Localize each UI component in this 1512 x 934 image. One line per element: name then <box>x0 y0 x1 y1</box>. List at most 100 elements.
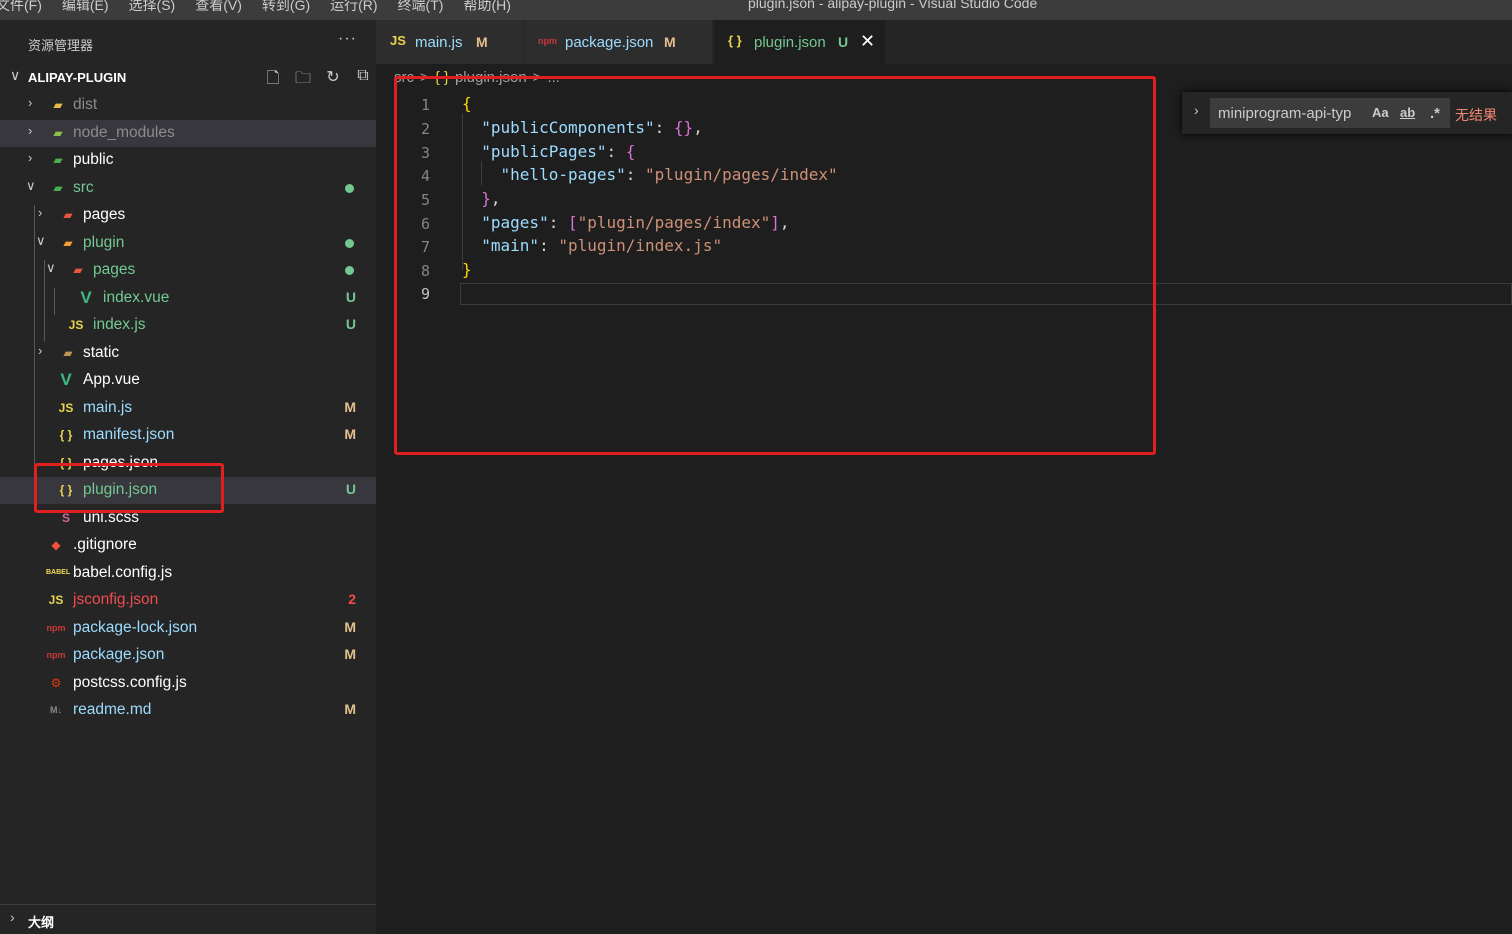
git-badge: M <box>344 426 356 442</box>
babel-file-icon: BABEL <box>46 569 71 576</box>
chevron-down-icon: ∨ <box>26 178 36 193</box>
workspace-name: ALIPAY-PLUGIN <box>28 70 127 85</box>
explorer-header: 资源管理器 ··· <box>0 20 376 64</box>
tree-item-package-json[interactable]: npm package.json M <box>0 642 376 669</box>
new-file-icon[interactable]: 🗋 <box>258 67 288 94</box>
regex-icon[interactable]: .* <box>1430 105 1440 122</box>
title-bar: 文件(F) 编辑(E) 选择(S) 查看(V) 转到(G) 运行(R) 终端(T… <box>0 0 1512 20</box>
git-badge: M <box>344 646 356 662</box>
npm-file-icon: npm <box>46 623 66 633</box>
npm-file-icon: npm <box>538 36 557 46</box>
tree-item-jsconfig[interactable]: JS jsconfig.json 2 <box>0 587 376 614</box>
tree-item-babel-config[interactable]: BABEL babel.config.js <box>0 560 376 587</box>
match-case-icon[interactable]: Aa <box>1372 105 1389 120</box>
folder-pages-icon: ▰ <box>63 208 73 222</box>
tree-item-gitignore[interactable]: ◆ .gitignore <box>0 532 376 559</box>
tab-main-js[interactable]: JS main.js M <box>376 20 524 64</box>
chevron-right-icon: › <box>28 95 33 110</box>
tree-item-index-vue[interactable]: V index.vue U <box>0 285 376 312</box>
menu-run[interactable]: 运行(R) <box>330 0 377 15</box>
tab-package-json[interactable]: npm package.json M <box>524 20 713 64</box>
find-input-value: miniprogram-api-typ <box>1218 105 1352 122</box>
git-badge: U <box>345 289 356 305</box>
untracked-mark: U <box>838 34 849 50</box>
chevron-down-icon: ∨ <box>36 233 46 248</box>
toggle-replace-icon[interactable]: › <box>1194 102 1199 118</box>
refresh-icon[interactable]: ↻ <box>318 67 348 94</box>
tree-item-postcss-config[interactable]: ⚙ postcss.config.js <box>0 670 376 697</box>
changes-dot <box>345 184 354 193</box>
chevron-right-icon: › <box>28 150 33 165</box>
folder-static-icon: ▰ <box>63 346 73 360</box>
folder-plugin-icon: ▰ <box>63 236 73 250</box>
tree-item-node-modules[interactable]: › ▰ node_modules <box>0 120 376 147</box>
explorer-title: 资源管理器 <box>28 38 94 53</box>
changes-dot <box>345 266 354 275</box>
tree-item-readme[interactable]: M↓ readme.md M <box>0 697 376 724</box>
tree-item-static[interactable]: › ▰ static <box>0 340 376 367</box>
js-file-icon: JS <box>390 33 406 48</box>
npm-file-icon: npm <box>46 650 66 660</box>
changes-dot <box>345 239 354 248</box>
vue-file-icon: V <box>60 370 72 389</box>
tree-item-dist[interactable]: › ▰ dist <box>0 92 376 119</box>
git-badge: M <box>344 619 356 635</box>
modified-mark: M <box>664 34 676 50</box>
collapse-all-icon[interactable]: ⧉ <box>348 67 378 94</box>
menu-selection[interactable]: 选择(S) <box>129 0 176 15</box>
new-folder-icon[interactable]: 🗀 <box>288 67 318 94</box>
menu-go[interactable]: 转到(G) <box>262 0 310 15</box>
outline-section-header[interactable]: › 大纲 <box>0 904 376 934</box>
folder-node-icon: ▰ <box>53 126 63 140</box>
workspace-section-header[interactable]: ∨ ALIPAY-PLUGIN 🗋 🗀 ↻ ⧉ <box>0 64 376 90</box>
folder-pages-icon: ▰ <box>73 263 83 277</box>
menu-edit[interactable]: 编辑(E) <box>62 0 109 15</box>
close-icon[interactable]: ✕ <box>860 31 875 52</box>
json-file-icon: { } <box>59 428 73 442</box>
tree-item-pages[interactable]: › ▰ pages <box>0 202 376 229</box>
menu-view[interactable]: 查看(V) <box>195 0 242 15</box>
tree-item-index-js[interactable]: JS index.js U <box>0 312 376 339</box>
tree-item-src[interactable]: ∨ ▰ src <box>0 175 376 202</box>
postcss-file-icon: ⚙ <box>50 676 62 690</box>
tree-item-public[interactable]: › ▰ public <box>0 147 376 174</box>
find-input[interactable]: miniprogram-api-typ Aa ab .* <box>1210 98 1450 128</box>
annotation-box-file <box>34 463 224 513</box>
modified-mark: M <box>476 34 488 50</box>
git-badge: U <box>345 481 356 497</box>
git-badge: M <box>344 399 356 415</box>
annotation-box-editor <box>394 76 1156 455</box>
chevron-right-icon: › <box>10 909 15 925</box>
menu-help[interactable]: 帮助(H) <box>463 0 510 15</box>
outline-title: 大纲 <box>28 915 55 930</box>
folder-src-icon: ▰ <box>53 181 63 195</box>
git-file-icon: ◆ <box>51 538 61 552</box>
tree-item-package-lock[interactable]: npm package-lock.json M <box>0 615 376 642</box>
js-file-icon: JS <box>48 593 64 607</box>
folder-dist-icon: ▰ <box>53 98 63 112</box>
tree-item-app-vue[interactable]: V App.vue <box>0 367 376 394</box>
git-badge: M <box>344 701 356 717</box>
js-file-icon: JS <box>68 318 84 332</box>
menu-terminal[interactable]: 终端(T) <box>398 0 444 15</box>
markdown-file-icon: M↓ <box>50 705 62 715</box>
tree-item-main-js[interactable]: JS main.js M <box>0 395 376 422</box>
more-actions-icon[interactable]: ··· <box>338 30 357 48</box>
find-no-results: 无结果 <box>1455 107 1497 123</box>
vue-file-icon: V <box>80 288 92 307</box>
window-title: plugin.json - alipay-plugin - Visual Stu… <box>748 0 1038 11</box>
menu-file[interactable]: 文件(F) <box>0 0 42 15</box>
tree-item-plugin[interactable]: ∨ ▰ plugin <box>0 230 376 257</box>
chevron-right-icon: › <box>38 205 43 220</box>
chevron-right-icon: › <box>28 123 33 138</box>
tree-item-manifest-json[interactable]: { } manifest.json M <box>0 422 376 449</box>
js-file-icon: JS <box>58 401 74 415</box>
match-whole-word-icon[interactable]: ab <box>1400 105 1415 120</box>
folder-public-icon: ▰ <box>53 153 63 167</box>
find-widget: › miniprogram-api-typ Aa ab .* 无结果 <box>1182 92 1512 134</box>
chevron-right-icon: › <box>38 343 43 358</box>
tab-plugin-json[interactable]: { } plugin.json U ✕ <box>714 20 886 64</box>
chevron-down-icon: ∨ <box>46 260 56 275</box>
chevron-down-icon: ∨ <box>10 67 21 83</box>
tree-item-plugin-pages[interactable]: ∨ ▰ pages <box>0 257 376 284</box>
